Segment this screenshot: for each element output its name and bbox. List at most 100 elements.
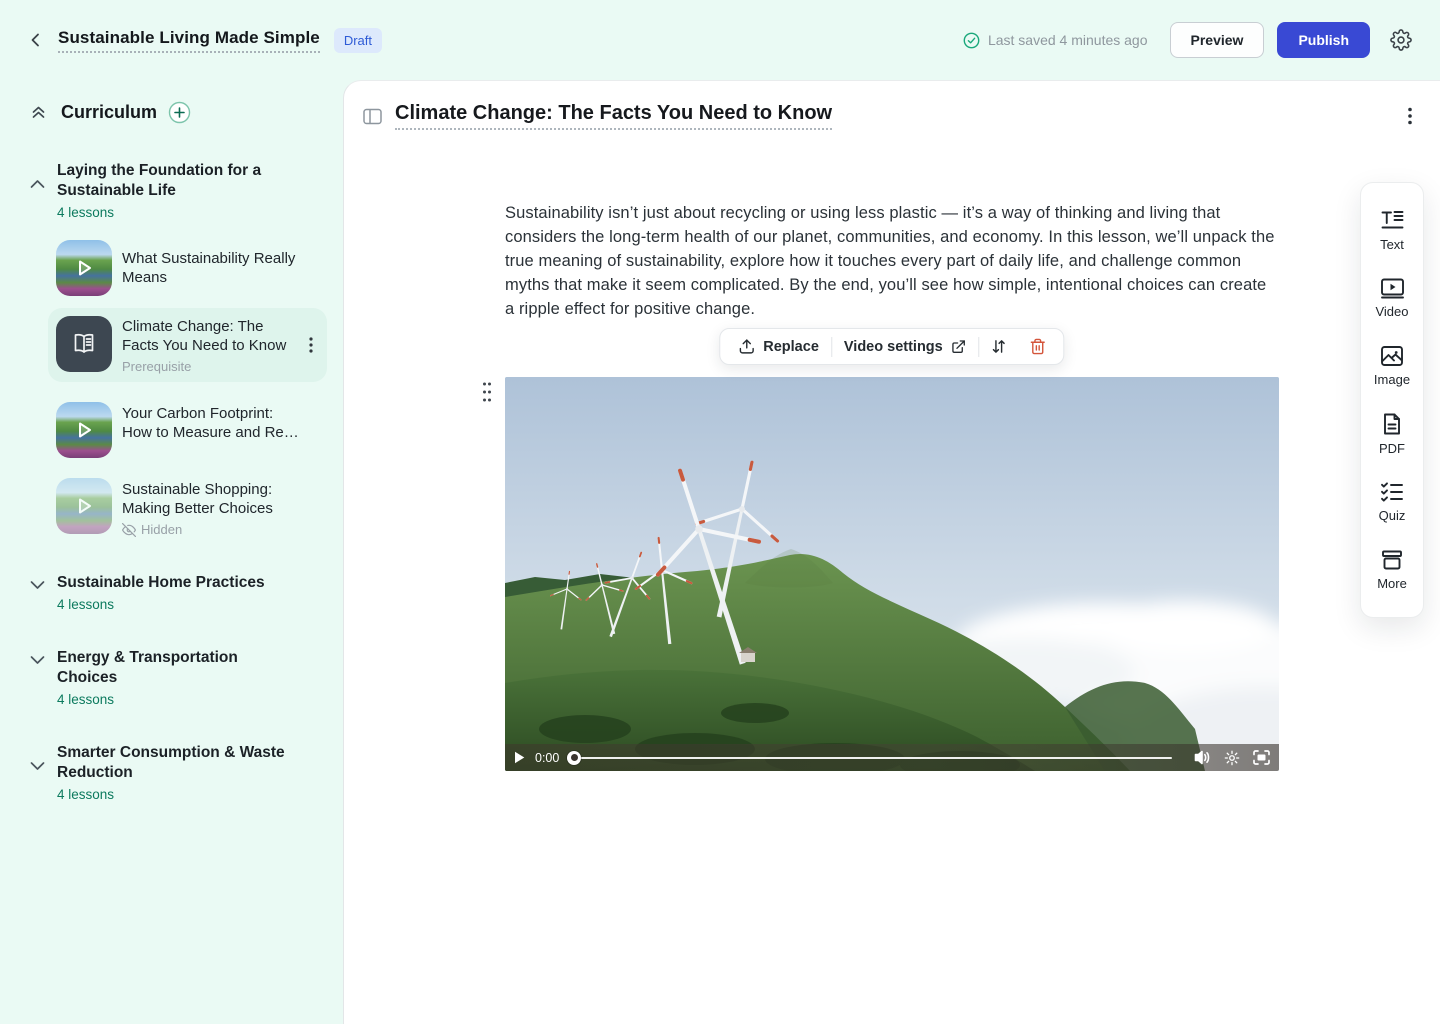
back-button[interactable] [24,28,48,52]
curriculum-section: Energy & Transportation Choices 4 lesson… [0,648,343,707]
lesson-subtitle: Hidden [141,522,182,537]
section-title[interactable]: Sustainable Home Practices [57,573,289,593]
collapse-all-button[interactable] [30,104,47,121]
current-time: 0:00 [535,751,559,765]
lesson-intro-paragraph[interactable]: Sustainability isn’t just about recyclin… [505,201,1279,321]
section-title[interactable]: Laying the Foundation for a Sustainable … [57,161,289,201]
pdf-block-icon [1382,412,1402,436]
add-section-button[interactable] [168,101,191,124]
chevron-up-icon[interactable] [30,179,45,189]
player-settings-icon[interactable] [1224,750,1240,766]
settings-button[interactable] [1388,27,1414,53]
lesson-video-thumbnail [56,478,112,534]
gear-icon [1390,29,1412,51]
last-saved-status: Last saved 4 minutes ago [963,32,1148,49]
sidebar-title: Curriculum [61,102,157,123]
lesson-page-title[interactable]: Climate Change: The Facts You Need to Kn… [395,102,832,130]
upload-icon [738,338,755,355]
delete-block-button[interactable] [1019,338,1058,355]
more-block-icon [1380,549,1404,571]
video-settings-button[interactable]: Video settings [832,339,979,355]
last-saved-text: Last saved 4 minutes ago [988,32,1148,48]
add-video-block-button[interactable]: Video [1361,264,1423,332]
play-icon [73,257,95,279]
external-link-icon [951,339,967,355]
text-block-icon [1380,208,1405,232]
lesson-item-carbon-footprint[interactable]: Your Carbon Footprint: How to Measure an… [56,402,327,458]
preview-button[interactable]: Preview [1170,22,1265,58]
palette-item-label: Video [1375,304,1408,319]
lesson-item-sustainable-shopping[interactable]: Sustainable Shopping: Making Better Choi… [56,478,327,537]
trash-icon [1030,338,1047,355]
palette-item-label: Image [1374,372,1410,387]
section-lesson-count: 4 lessons [57,692,323,707]
add-quiz-block-button[interactable]: Quiz [1361,468,1423,536]
video-controls-bar: 0:00 [505,744,1279,771]
lesson-title: Sustainable Shopping: Making Better Choi… [122,480,302,518]
add-image-block-button[interactable]: Image [1361,332,1423,400]
lesson-title: What Sustainability Really Means [122,249,302,287]
status-badge: Draft [334,28,382,53]
topbar: Sustainable Living Made Simple Draft Las… [0,0,1440,80]
video-block: Replace Video settings [505,377,1279,771]
quiz-block-icon [1380,481,1404,503]
plus-circle-icon [168,101,191,124]
volume-icon[interactable] [1194,750,1211,765]
section-lesson-count: 4 lessons [57,205,323,220]
section-title[interactable]: Smarter Consumption & Waste Reduction [57,743,289,783]
lesson-title: Climate Change: The Facts You Need to Kn… [122,317,302,355]
image-block-icon [1380,345,1404,367]
play-icon [73,495,95,517]
publish-button[interactable]: Publish [1277,22,1370,58]
sort-arrows-icon [991,338,1008,355]
palette-item-label: PDF [1379,441,1405,456]
curriculum-sidebar: Curriculum Laying the Foundation for a S… [0,80,343,1024]
lesson-video-thumbnail [56,402,112,458]
block-palette: Text Video Image PDF Quiz [1360,182,1424,618]
play-icon [73,419,95,441]
section-lesson-count: 4 lessons [57,597,323,612]
section-lesson-count: 4 lessons [57,787,323,802]
course-title[interactable]: Sustainable Living Made Simple [58,28,320,53]
progress-track [577,757,1172,760]
replace-button[interactable]: Replace [726,338,831,355]
lesson-subtitle: Prerequisite [122,359,302,374]
add-pdf-block-button[interactable]: PDF [1361,400,1423,468]
lesson-item-climate-change[interactable]: Climate Change: The Facts You Need to Kn… [48,308,327,382]
curriculum-section: Smarter Consumption & Waste Reduction 4 … [0,743,343,802]
reading-lesson-tile [56,316,112,372]
lesson-editor-panel: Climate Change: The Facts You Need to Kn… [343,80,1440,1024]
lesson-menu-button[interactable] [305,333,317,357]
seek-bar[interactable] [567,750,1172,766]
chevron-down-icon[interactable] [30,580,45,590]
sidebar-toggle-button[interactable] [363,108,382,125]
drag-handle[interactable] [482,381,492,403]
video-block-icon [1380,277,1405,299]
video-settings-label: Video settings [844,339,943,355]
lesson-title: Your Carbon Footprint: How to Measure an… [122,404,302,442]
video-scene-wind-turbines [505,377,1279,771]
palette-item-label: Quiz [1379,508,1406,523]
more-blocks-button[interactable]: More [1361,536,1423,604]
lesson-item-what-sustainability[interactable]: What Sustainability Really Means [56,240,327,296]
curriculum-section: Laying the Foundation for a Sustainable … [0,161,343,220]
chevron-down-icon[interactable] [30,761,45,771]
reorder-button[interactable] [980,338,1019,355]
block-toolbar: Replace Video settings [719,328,1064,365]
play-button[interactable] [514,751,525,764]
chevron-left-icon [27,31,45,49]
section-title[interactable]: Energy & Transportation Choices [57,648,289,688]
chevron-down-icon[interactable] [30,655,45,665]
palette-item-label: Text [1380,237,1404,252]
lesson-video-thumbnail [56,240,112,296]
eye-off-icon [122,523,136,537]
fullscreen-icon[interactable] [1253,750,1270,765]
add-text-block-button[interactable]: Text [1361,196,1423,264]
palette-item-label: More [1377,576,1407,591]
open-book-icon [71,332,97,356]
video-player[interactable]: 0:00 [505,377,1279,771]
seek-knob[interactable] [567,751,581,765]
lesson-options-menu-button[interactable] [1404,103,1416,129]
replace-label: Replace [763,339,819,355]
double-chevron-up-icon [30,104,47,121]
